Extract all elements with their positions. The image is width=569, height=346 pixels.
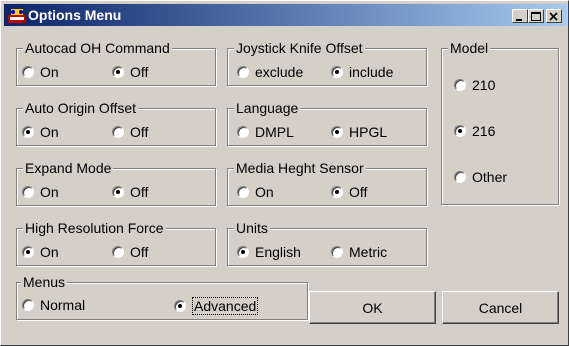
radio-circle [112,126,124,138]
close-button[interactable] [546,9,562,23]
options-window: Options Menu Autocad OH Command On Off J… [0,0,569,346]
radio-label: HPGL [349,124,388,140]
group-legend: Expand Mode [23,160,114,176]
radio-label: Normal [40,297,86,313]
radio-label: Off [349,184,368,200]
radio-label: Off [130,64,149,80]
radio-circle [112,246,124,258]
radio-label: Other [472,169,508,185]
radio-circle [331,126,343,138]
group-joystick-knife-offset: Joystick Knife Offset exclude include [227,40,427,86]
radio-circle [22,66,34,78]
radio-circle [454,79,466,91]
radio-label: 210 [472,77,496,93]
group-legend: Model [448,40,491,56]
radio-circle [331,186,343,198]
radio-circle [331,246,343,258]
group-expand-mode: Expand Mode On Off [16,160,216,206]
radio-joystick-include[interactable]: include [331,64,393,80]
radio-joystick-exclude[interactable]: exclude [237,64,303,80]
close-icon [549,12,558,21]
radio-label: include [349,64,394,80]
cancel-button[interactable]: Cancel [442,291,559,324]
radio-label: 216 [472,123,496,139]
group-legend: High Resolution Force [23,220,166,236]
radio-label: On [40,124,59,140]
group-high-resolution-force: High Resolution Force On Off [16,220,216,266]
radio-label: Advanced [192,297,259,315]
radio-label: Off [130,244,149,260]
radio-model-other[interactable]: Other [454,169,507,185]
maximize-icon [531,12,541,21]
radio-circle [22,126,34,138]
title-bar[interactable]: Options Menu [4,4,567,26]
group-units: Units English Metric [227,220,427,266]
group-model: Model 210 216 Other [441,40,559,205]
group-legend: Units [234,220,270,236]
group-legend: Autocad OH Command [23,40,172,56]
radio-high-res-on[interactable]: On [22,244,59,260]
radio-media-on[interactable]: On [237,184,274,200]
group-language: Language DMPL HPGL [227,100,427,146]
group-legend: Media Heght Sensor [234,160,366,176]
group-legend: Auto Origin Offset [23,100,139,116]
ok-button[interactable]: OK [309,291,436,324]
radio-label: On [40,64,59,80]
radio-model-210[interactable]: 210 [454,77,495,93]
radio-expand-off[interactable]: Off [112,184,148,200]
radio-circle [454,125,466,137]
radio-menus-advanced[interactable]: Advanced [174,297,259,315]
radio-label: On [40,244,59,260]
radio-autocad-off[interactable]: Off [112,64,148,80]
minimize-button[interactable] [512,9,528,23]
radio-circle [22,246,34,258]
radio-expand-on[interactable]: On [22,184,59,200]
radio-language-hpgl[interactable]: HPGL [331,124,387,140]
radio-label: Off [130,184,149,200]
radio-circle [331,66,343,78]
radio-auto-origin-off[interactable]: Off [112,124,148,140]
radio-circle [112,186,124,198]
group-legend: Language [234,100,301,116]
radio-label: English [255,244,301,260]
group-autocad-oh-command: Autocad OH Command On Off [16,40,216,86]
radio-circle [237,66,249,78]
radio-label: On [255,184,274,200]
radio-circle [22,299,34,311]
group-menus: Menus Normal Advanced [16,274,308,320]
group-legend: Joystick Knife Offset [234,40,365,56]
radio-circle [22,186,34,198]
radio-circle [237,126,249,138]
group-auto-origin-offset: Auto Origin Offset On Off [16,100,216,146]
group-legend: Menus [21,274,68,290]
radio-model-216[interactable]: 216 [454,123,495,139]
radio-label: On [40,184,59,200]
radio-circle [112,66,124,78]
radio-circle [174,300,186,312]
minimize-icon [516,19,522,21]
radio-menus-normal[interactable]: Normal [22,297,85,313]
group-media-height-sensor: Media Heght Sensor On Off [227,160,427,206]
radio-label: Off [130,124,149,140]
radio-circle [454,171,466,183]
app-icon [8,9,26,23]
radio-auto-origin-on[interactable]: On [22,124,59,140]
radio-autocad-on[interactable]: On [22,64,59,80]
radio-units-metric[interactable]: Metric [331,244,387,260]
radio-units-english[interactable]: English [237,244,301,260]
window-title: Options Menu [28,7,122,23]
radio-circle [237,186,249,198]
radio-language-dmpl[interactable]: DMPL [237,124,294,140]
radio-label: Metric [349,244,388,260]
radio-high-res-off[interactable]: Off [112,244,148,260]
radio-label: DMPL [255,124,294,140]
radio-circle [237,246,249,258]
radio-label: exclude [255,64,304,80]
radio-media-off[interactable]: Off [331,184,367,200]
maximize-button[interactable] [528,9,544,23]
